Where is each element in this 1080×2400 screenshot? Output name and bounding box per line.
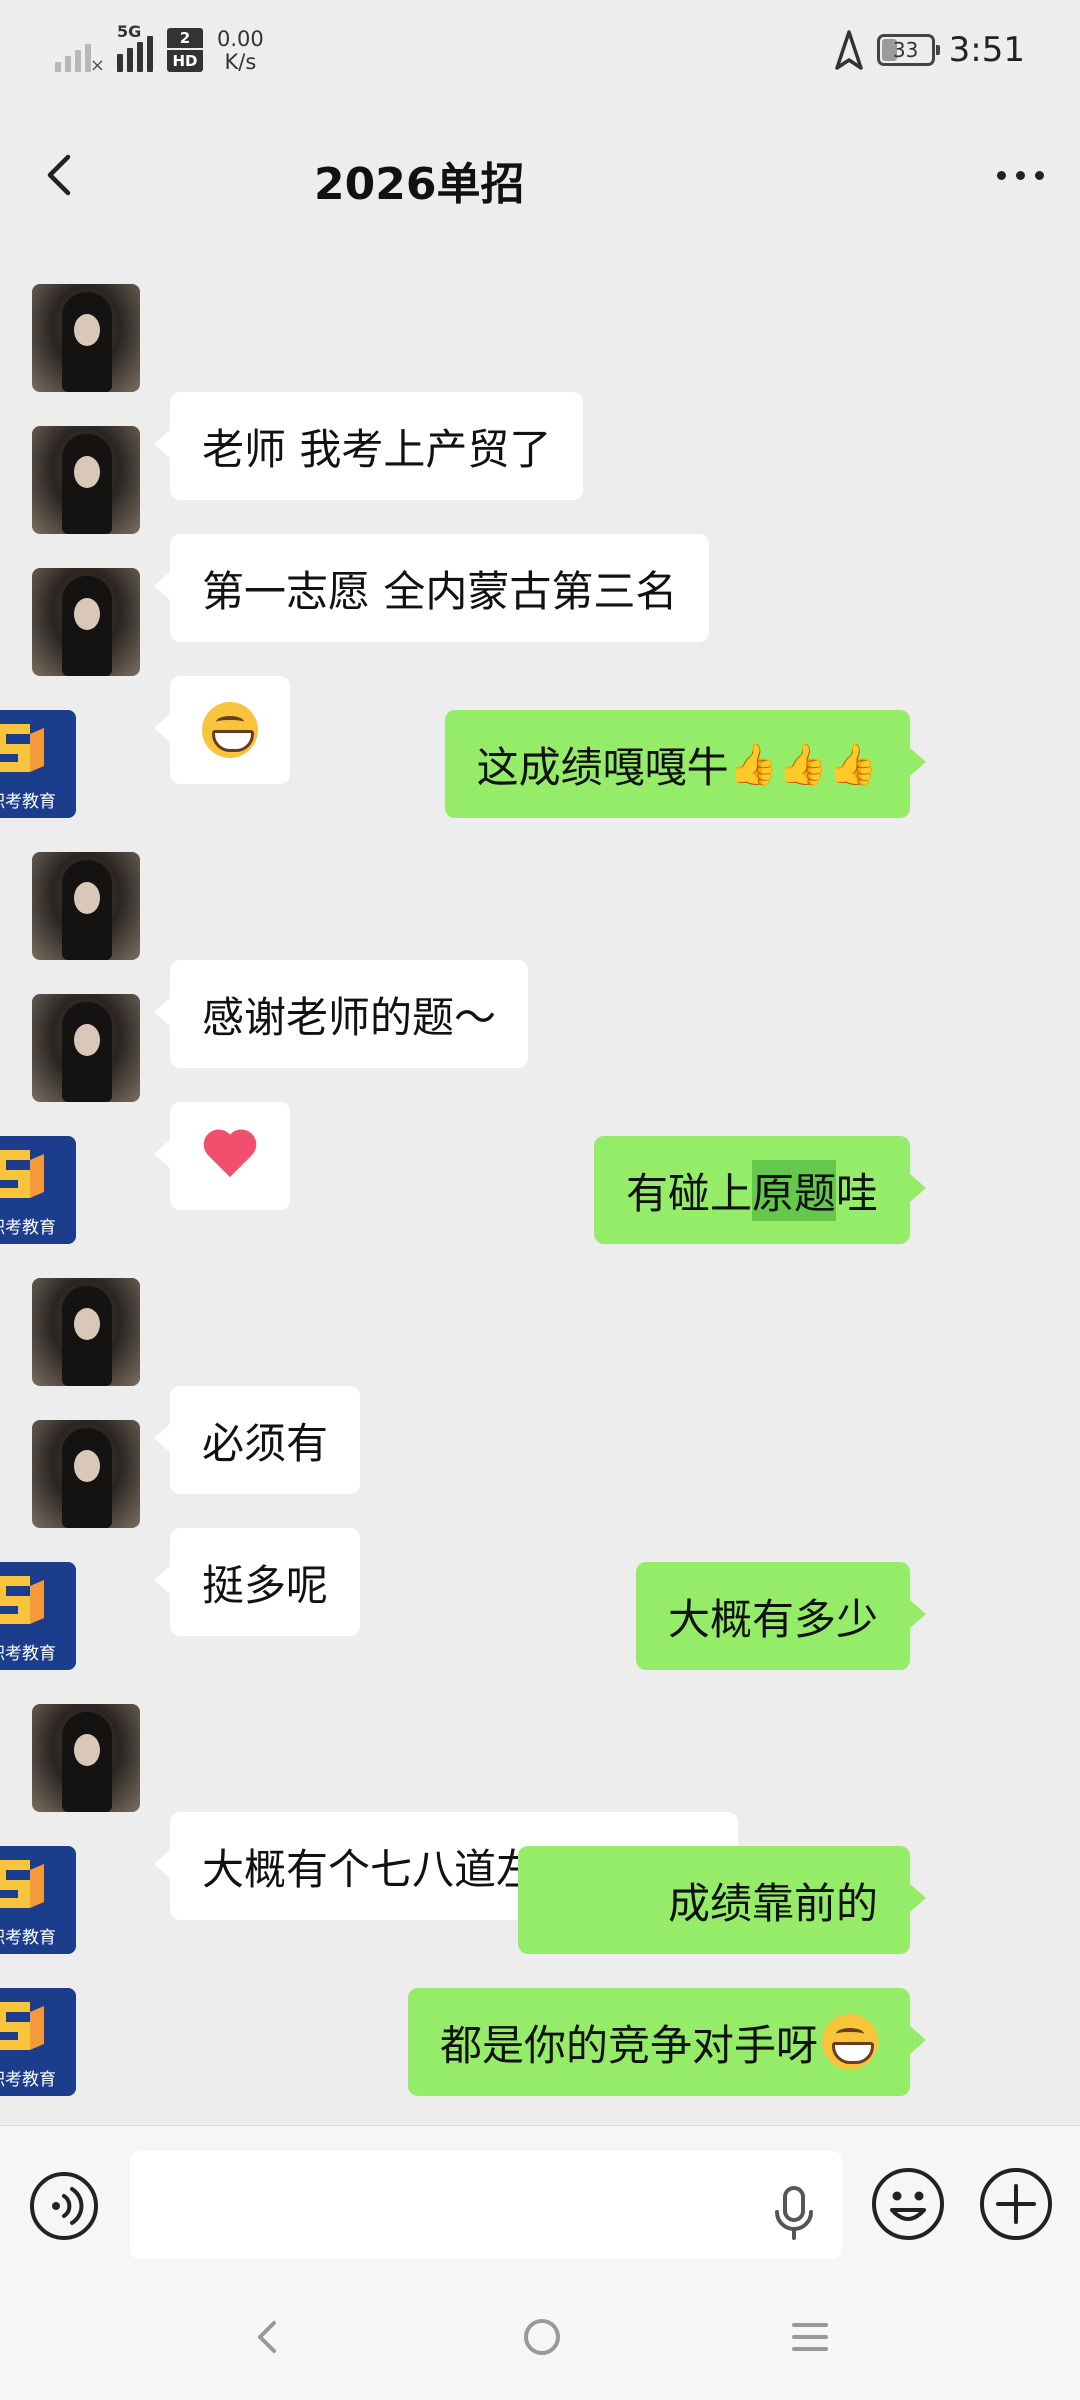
avatar[interactable]: [32, 1420, 140, 1528]
signal-icon-sim2: 5G: [117, 22, 153, 72]
status-right: 33 3:51: [834, 30, 1025, 70]
message-row: 都是你的竞争对手呀 职考教育: [0, 1988, 1080, 2096]
nav-home-icon[interactable]: [520, 2315, 564, 2359]
nav-back-icon[interactable]: [246, 2315, 290, 2359]
message-row: 有碰上原题哇 职考教育: [0, 1136, 1080, 1244]
logo-icon: [0, 1150, 44, 1198]
battery-icon: 33: [876, 34, 940, 66]
location-arrow-icon: [834, 30, 863, 70]
message-row: 大概有多少 职考教育: [0, 1562, 1080, 1670]
message-bubble[interactable]: 成绩靠前的: [517, 1846, 927, 1954]
hd-badge: 2 HD: [167, 28, 203, 72]
avatar[interactable]: 职考教育: [0, 1988, 76, 2096]
logo-caption: 职考教育: [0, 1644, 56, 1664]
logo-icon: [0, 1576, 44, 1624]
logo-icon: [0, 2002, 44, 2050]
plus-icon[interactable]: [978, 2166, 1054, 2242]
status-bar: × 5G 2 HD 0.00 K/s 33 3:51: [0, 0, 1080, 110]
avatar[interactable]: 职考教育: [0, 1562, 76, 1670]
logo-caption: 职考教育: [0, 792, 56, 812]
battery-level: 33: [892, 38, 919, 62]
message-list[interactable]: 老师 我考上产贸了 第一志愿 全内蒙古第三名 这成绩嘎嘎牛 👍👍👍 职考教育 感…: [0, 240, 1080, 2125]
mic-icon[interactable]: [770, 2184, 818, 2242]
speed-value: 0.00: [217, 27, 264, 51]
logo-icon: [0, 724, 44, 772]
status-left: × 5G 2 HD 0.00 K/s: [55, 22, 264, 76]
avatar[interactable]: [32, 284, 140, 392]
logo-caption: 职考教育: [0, 1928, 56, 1948]
message-row: 大概有个七八道左右专业课: [0, 1704, 1080, 1920]
nav-menu-icon[interactable]: [788, 2317, 832, 2357]
message-text: 有碰上: [625, 1168, 752, 1218]
avatar[interactable]: 职考教育: [0, 1846, 76, 1954]
clock: 3:51: [948, 30, 1025, 70]
net-speed: 0.00 K/s: [217, 28, 264, 74]
highlighted-text: 原题: [751, 1159, 836, 1221]
message-row: 必须有: [0, 1278, 1080, 1494]
logo-icon: [0, 1860, 44, 1908]
avatar[interactable]: [32, 426, 140, 534]
message-row: 成绩靠前的 职考教育: [0, 1846, 1080, 1954]
message-row: 感谢老师的题～: [0, 852, 1080, 1068]
hd-label: HD: [167, 50, 203, 72]
message-row: 老师 我考上产贸了: [0, 284, 1080, 500]
system-nav-bar: [0, 2275, 1080, 2400]
message-row: [0, 994, 1080, 1210]
signal-icon-sim1: ×: [55, 28, 105, 76]
chat-header: 2026单招: [0, 110, 1080, 240]
message-text: 这成绩嘎嘎牛: [476, 742, 729, 792]
avatar[interactable]: [32, 1278, 140, 1386]
more-dots-icon[interactable]: [985, 145, 1055, 205]
network-5g-tag: 5G: [117, 22, 142, 41]
logo-caption: 职考教育: [0, 2070, 56, 2090]
chat-title: 2026单招: [314, 159, 525, 210]
message-text: 都是你的竞争对手呀: [439, 2020, 818, 2070]
input-bar: [0, 2125, 1080, 2275]
logo-caption: 职考教育: [0, 1218, 56, 1238]
message-bubble[interactable]: 都是你的竞争对手呀: [407, 1988, 927, 2096]
message-row: 挺多呢: [0, 1420, 1080, 1636]
avatar[interactable]: [32, 994, 140, 1102]
message-row: 第一志愿 全内蒙古第三名: [0, 426, 1080, 642]
avatar[interactable]: 职考教育: [0, 1136, 76, 1244]
avatar[interactable]: 职考教育: [0, 710, 76, 818]
thumbs-up-emoji-icon: 👍👍👍: [728, 741, 878, 788]
message-row: [0, 568, 1080, 784]
sim2-number: 2: [167, 28, 203, 48]
avatar[interactable]: [32, 1704, 140, 1812]
message-bubble[interactable]: 这成绩嘎嘎牛 👍👍👍: [444, 710, 927, 818]
avatar[interactable]: [32, 568, 140, 676]
grinning-face-emoji-icon: [822, 2014, 878, 2070]
message-text: 哇: [835, 1168, 878, 1218]
no-signal-x-icon: ×: [89, 55, 105, 76]
message-row: 这成绩嘎嘎牛 👍👍👍 职考教育: [0, 710, 1080, 818]
avatar[interactable]: [32, 852, 140, 960]
message-bubble[interactable]: 大概有多少: [635, 1562, 927, 1670]
message-input[interactable]: [130, 2151, 842, 2259]
speed-unit: K/s: [224, 50, 257, 74]
voice-icon[interactable]: [28, 2170, 100, 2242]
chevron-left-icon[interactable]: [30, 145, 90, 205]
message-bubble[interactable]: 有碰上 原题哇: [593, 1136, 927, 1244]
emoji-icon[interactable]: [870, 2166, 946, 2242]
